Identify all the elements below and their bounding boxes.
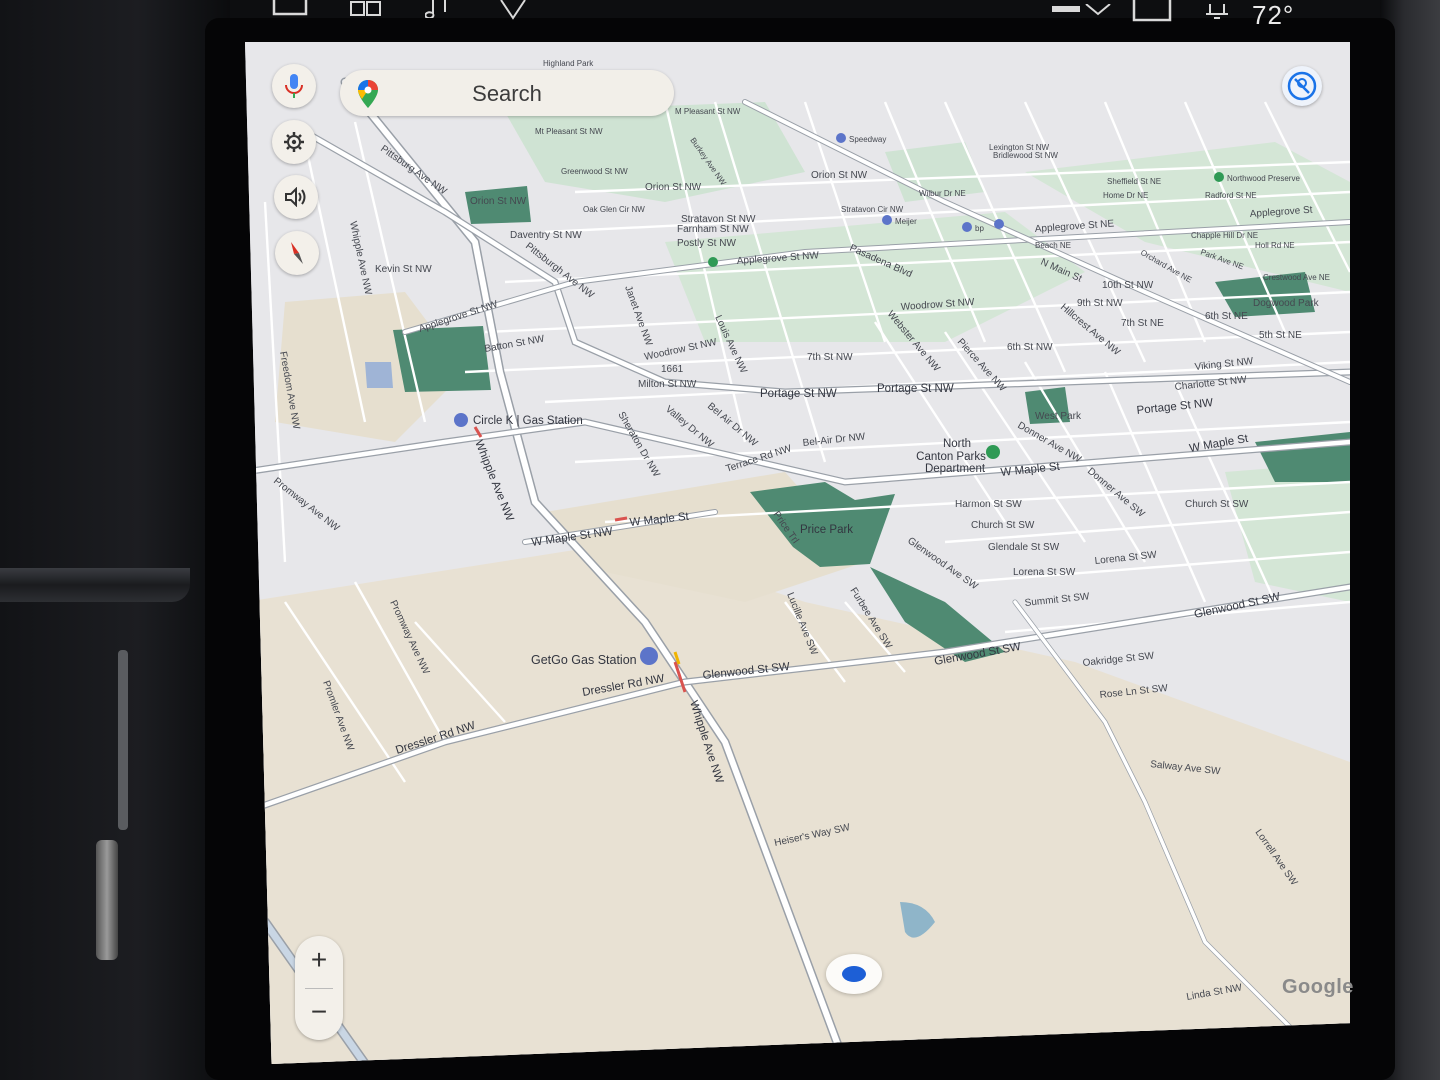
current-location-marker[interactable] xyxy=(826,954,882,994)
street-label: Home Dr NE xyxy=(1103,191,1148,200)
dark-park-1 xyxy=(393,326,491,392)
street-label: Harmon St SW xyxy=(955,499,1022,510)
zoom-divider xyxy=(305,988,333,989)
street-label: Stratavon Cir NW xyxy=(841,205,904,214)
park-icon[interactable] xyxy=(1214,172,1224,182)
street-label: Lorena St SW xyxy=(1013,567,1076,578)
street-label: 9th St NW xyxy=(1077,298,1123,309)
zoom-in-button[interactable]: + xyxy=(295,946,343,974)
street-label: 1661 xyxy=(661,364,684,375)
street-label: Daventry St NW xyxy=(510,230,582,241)
dashboard-trim xyxy=(0,568,190,602)
google-attribution: Google xyxy=(1282,976,1354,998)
poi-label: North xyxy=(943,438,971,450)
street-label: Portage St NW xyxy=(760,388,837,400)
street-label: Bridlewood St NW xyxy=(993,151,1058,160)
street-label: Mt Pleasant St NW xyxy=(535,127,603,136)
solar-field xyxy=(365,362,393,388)
store-icon[interactable] xyxy=(882,215,892,225)
compass-icon xyxy=(291,242,303,264)
street-label: Orion St NW xyxy=(645,182,702,193)
dashboard-knob xyxy=(96,840,118,960)
street-label: 7th St NE xyxy=(1121,318,1164,329)
street-label: Farnham St NW xyxy=(677,224,749,235)
settings-button[interactable] xyxy=(272,120,316,164)
street-label: Kevin St NW xyxy=(375,264,432,275)
gas-station-icon[interactable] xyxy=(640,647,658,665)
street-label: Holl Rd NE xyxy=(1255,241,1295,250)
street-label: Postly St NW xyxy=(677,238,736,249)
zoom-out-button[interactable]: − xyxy=(295,998,343,1026)
gas-station-icon[interactable] xyxy=(454,413,468,427)
volume-button[interactable] xyxy=(274,175,318,219)
window-icon[interactable] xyxy=(272,0,308,18)
street-label: 10th St NW xyxy=(1102,280,1154,291)
street-label: Orion St NW xyxy=(470,196,527,207)
street-label: Orion St NW xyxy=(811,170,868,181)
muted-voice-icon xyxy=(1287,71,1317,101)
grid-icon[interactable] xyxy=(350,0,382,18)
poi-label: Canton Parks xyxy=(916,451,986,463)
street-label: Chapple Hill Dr NE xyxy=(1191,231,1258,240)
poi-label: bp xyxy=(975,224,984,233)
poi-label: Northwood Preserve xyxy=(1227,174,1300,183)
microphone-button[interactable] xyxy=(272,64,316,108)
street-label: Beach NE xyxy=(1035,241,1071,250)
compass-button[interactable] xyxy=(275,231,319,275)
street-label: Glendale St SW xyxy=(988,542,1060,553)
street-label: M Pleasant St NW xyxy=(675,107,741,116)
gear-icon xyxy=(284,132,304,152)
poi-label: Department xyxy=(925,463,986,475)
voice-guidance-off-button[interactable] xyxy=(1282,66,1322,106)
poi-label: West Park xyxy=(1035,411,1082,422)
street-label: 6th St NE xyxy=(1205,311,1248,322)
gas-station-icon[interactable] xyxy=(994,219,1004,229)
poi-label: Circle K | Gas Station xyxy=(473,415,583,427)
street-label: Church St SW xyxy=(1185,499,1249,510)
dashboard-stripe xyxy=(118,650,128,830)
street-label: Sheffield St NE xyxy=(1107,177,1161,186)
search-label: Search xyxy=(472,81,542,106)
street-label: Wilbur Dr NE xyxy=(919,189,966,198)
map-view[interactable]: Circle K | Gas Station GetGo Gas Station… xyxy=(245,42,1350,1064)
street-label: Portage St NW xyxy=(877,383,954,395)
music-note-icon[interactable] xyxy=(425,0,453,18)
street-label: 6th St NW xyxy=(1007,342,1053,353)
navigation-icon[interactable] xyxy=(498,0,528,20)
microphone-icon xyxy=(285,74,303,98)
park-icon[interactable] xyxy=(986,445,1000,459)
street-label: Church St SW xyxy=(971,520,1035,531)
street-label: Highland Park xyxy=(543,59,594,68)
gas-station-icon[interactable] xyxy=(836,133,846,143)
poi-label: Dogwood Park xyxy=(1253,298,1320,309)
map-canvas[interactable]: Circle K | Gas Station GetGo Gas Station… xyxy=(245,42,1350,1064)
system-bar xyxy=(250,0,1370,40)
search-bar[interactable]: Search xyxy=(340,70,674,116)
gas-station-icon[interactable] xyxy=(962,222,972,232)
poi-label: GetGo Gas Station xyxy=(531,653,637,667)
poi-label: Meijer xyxy=(895,217,917,226)
speaker-icon xyxy=(285,187,306,207)
street-label: Milton St NW xyxy=(638,379,697,390)
zoom-control: + − xyxy=(295,936,343,1040)
street-label: Radford St NE xyxy=(1205,191,1257,200)
street-label: Crestwood Ave NE xyxy=(1263,273,1330,282)
street-label: Greenwood St NW xyxy=(561,167,628,176)
poi-label: Speedway xyxy=(849,135,886,144)
phone-icon[interactable] xyxy=(1130,0,1174,26)
temperature-readout: 72° xyxy=(1252,0,1295,30)
bell-icon[interactable] xyxy=(1202,0,1232,20)
park-icon[interactable] xyxy=(708,257,718,267)
car-dashboard-left xyxy=(0,0,230,1080)
street-label: 5th St NE xyxy=(1259,330,1302,341)
poi-label: Price Park xyxy=(800,524,853,536)
signal-icon xyxy=(1052,4,1111,16)
street-label: 7th St NW xyxy=(807,352,853,363)
street-label: Oak Glen Cir NW xyxy=(583,205,645,214)
